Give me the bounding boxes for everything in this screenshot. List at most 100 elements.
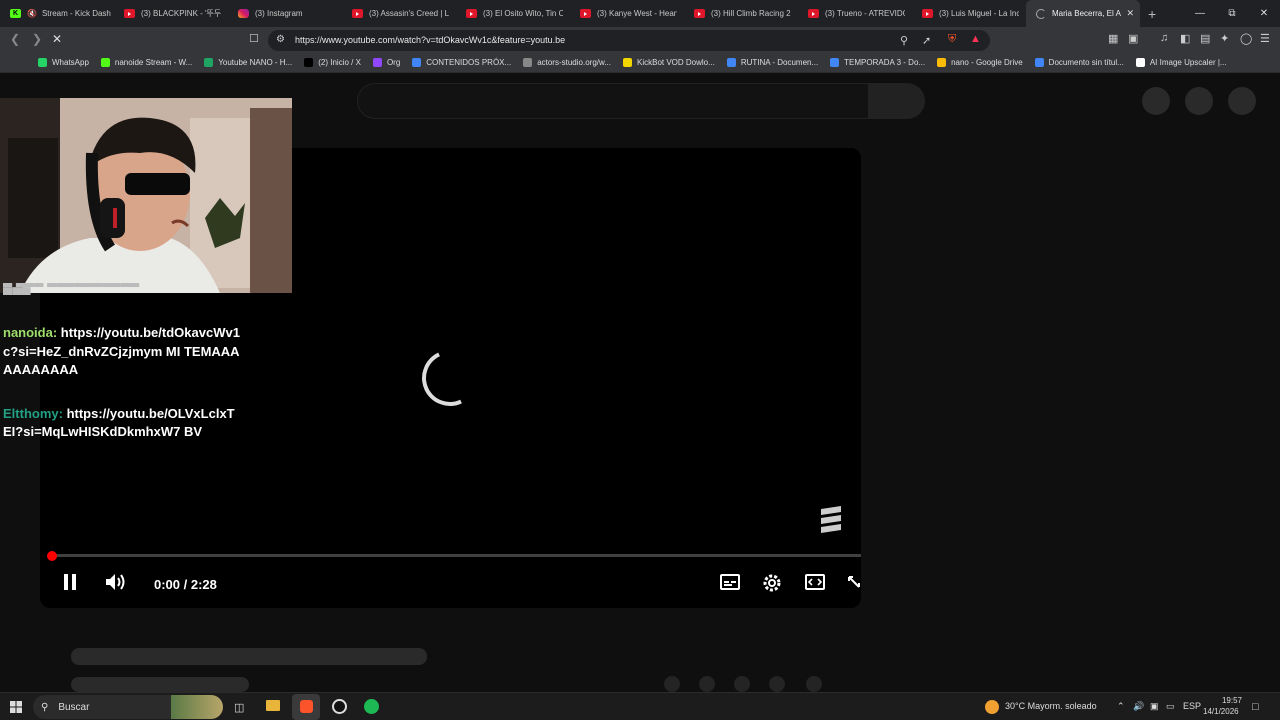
browser-tab[interactable]: (3) El Osito Wito, Tin O bbox=[456, 0, 570, 27]
battery-icon[interactable]: ▭ bbox=[1166, 701, 1175, 712]
theater-mode-icon[interactable] bbox=[804, 572, 826, 592]
stop-loading-icon[interactable]: ✕ bbox=[52, 32, 62, 46]
zoom-icon[interactable]: ⚲ bbox=[900, 34, 908, 47]
browser-tab[interactable]: (3) Hill Climb Racing 2 bbox=[684, 0, 798, 27]
bookmark-item[interactable]: nanoide Stream - W... bbox=[100, 58, 192, 67]
avatar-skeleton bbox=[1228, 87, 1256, 115]
share-icon[interactable]: ➚ bbox=[922, 34, 931, 47]
chat-username: nanoida bbox=[3, 325, 53, 340]
language-indicator[interactable]: ESP bbox=[1183, 701, 1201, 711]
bookmark-item[interactable]: nano - Google Drive bbox=[937, 58, 1023, 67]
menu-icon[interactable]: ☰ bbox=[1260, 32, 1270, 45]
scrubber-handle[interactable] bbox=[47, 551, 57, 561]
clock-date[interactable]: 14/1/2026 bbox=[1203, 707, 1239, 716]
fullscreen-icon[interactable] bbox=[846, 572, 861, 592]
leo-ai-icon[interactable]: ✦ bbox=[1220, 32, 1229, 45]
youtube-favicon-icon bbox=[466, 9, 477, 18]
bookmark-icon[interactable]: ☐ bbox=[249, 32, 259, 45]
browser-tab[interactable]: (3) Trueno - ATREVIDO bbox=[798, 0, 912, 27]
browser-tab[interactable]: (3) Instagram bbox=[228, 0, 342, 27]
tab-strip: K 🔇 Stream - Kick Dash (3) BLACKPINK - '뚜두 (… bbox=[0, 0, 1280, 27]
bookmark-item[interactable]: Youtube NANO - H... bbox=[204, 58, 292, 67]
file-explorer-icon[interactable] bbox=[266, 700, 280, 711]
url-text[interactable]: https://www.youtube.com/watch?v=tdOkavcW… bbox=[295, 35, 565, 45]
task-view-icon[interactable]: ◫ bbox=[234, 701, 244, 714]
bookmark-favicon-icon bbox=[830, 58, 840, 67]
weather-text[interactable]: 30°C Mayorm. soleado bbox=[1005, 701, 1097, 711]
bookmark-label: Documento sin títul... bbox=[1048, 58, 1124, 67]
bookmark-item[interactable]: CONTENIDOS PRÓX... bbox=[412, 58, 511, 67]
action-skeleton bbox=[734, 676, 750, 692]
brave-browser-icon[interactable] bbox=[300, 700, 313, 713]
back-icon[interactable]: ❮ bbox=[10, 32, 20, 46]
address-bar[interactable]: ⚙ https://www.youtube.com/watch?v=tdOkav… bbox=[268, 30, 990, 51]
browser-tab[interactable]: K 🔇 Stream - Kick Dash bbox=[0, 0, 114, 27]
tray-chevron-icon[interactable]: ⌃ bbox=[1117, 701, 1125, 712]
windows-taskbar: ⚲ Buscar ◫ 30°C Mayorm. soleado ⌃ 🔊 ▣ ▭ … bbox=[0, 692, 1280, 720]
obs-icon[interactable] bbox=[332, 699, 347, 714]
bookmark-item[interactable]: RUTINA - Documen... bbox=[726, 58, 818, 67]
bookmark-item[interactable]: actors-studio.org/w... bbox=[523, 58, 611, 67]
bookmark-item[interactable]: Documento sin títul... bbox=[1034, 58, 1124, 67]
browser-tab[interactable]: (3) Assasin's Creed | La bbox=[342, 0, 456, 27]
close-tab-icon[interactable]: ✕ bbox=[1126, 8, 1134, 19]
bookmark-item[interactable]: AI Image Upscaler |... bbox=[1135, 58, 1227, 67]
volume-tray-icon[interactable]: 🔊 bbox=[1133, 701, 1144, 712]
tab-label: (3) Hill Climb Racing 2 bbox=[711, 9, 791, 18]
vpn-icon[interactable]: ◯ bbox=[1240, 32, 1252, 45]
chat-message: Eltthomy: https://youtu.be/OLVxLclxTEI?s… bbox=[3, 405, 243, 442]
brave-rewards-icon[interactable]: ▲ bbox=[970, 33, 981, 45]
sidebar-icon[interactable]: ◧ bbox=[1180, 32, 1190, 45]
brave-shields-icon[interactable]: ⛨ bbox=[948, 33, 956, 46]
extensions-icon[interactable]: ▦ bbox=[1108, 32, 1118, 45]
bookmark-label: AI Image Upscaler |... bbox=[1149, 58, 1227, 67]
volume-icon[interactable] bbox=[104, 572, 128, 592]
bookmark-favicon-icon bbox=[100, 58, 110, 67]
bookmark-item[interactable]: TEMPORADA 3 - Do... bbox=[830, 58, 925, 67]
tab-label: (3) El Osito Wito, Tin O bbox=[483, 9, 563, 18]
progress-bar[interactable] bbox=[52, 554, 861, 557]
bookmark-favicon-icon bbox=[304, 58, 314, 67]
browser-tab[interactable]: Maria Becerra, El A ✕ bbox=[1026, 0, 1140, 27]
screenshot-icon[interactable]: ▣ bbox=[1128, 32, 1138, 45]
weather-icon bbox=[985, 700, 999, 714]
search-button-skeleton[interactable] bbox=[869, 83, 925, 119]
music-icon[interactable]: ♫ bbox=[1160, 32, 1168, 44]
search-icon: ⚲ bbox=[41, 701, 49, 713]
bookmark-item[interactable]: WhatsApp bbox=[38, 58, 89, 67]
tab-label: (3) BLACKPINK - '뚜두 bbox=[141, 9, 221, 18]
channel-watermark-icon[interactable] bbox=[818, 504, 844, 538]
notifications-icon[interactable]: □ bbox=[1252, 701, 1259, 713]
minimize-icon[interactable]: — bbox=[1184, 0, 1216, 27]
new-tab-icon[interactable]: + bbox=[1148, 6, 1156, 22]
browser-tab[interactable]: (3) Kanye West - Heart bbox=[570, 0, 684, 27]
taskbar-search[interactable]: ⚲ Buscar bbox=[33, 695, 223, 719]
bookmark-favicon-icon bbox=[204, 58, 214, 67]
chat-separator: : bbox=[58, 405, 67, 421]
clock-time[interactable]: 19:57 bbox=[1206, 696, 1242, 705]
action-skeleton bbox=[699, 676, 715, 692]
windows-start-icon[interactable] bbox=[10, 701, 22, 713]
bookmark-item[interactable]: (2) Inicio / X bbox=[304, 58, 361, 67]
close-window-icon[interactable]: ✕ bbox=[1248, 0, 1280, 27]
chat-separator: : bbox=[52, 325, 61, 340]
bookmark-item[interactable]: KickBot VOD Dowlo... bbox=[623, 58, 715, 67]
site-settings-icon[interactable]: ⚙ bbox=[276, 34, 285, 45]
youtube-favicon-icon bbox=[808, 9, 819, 18]
forward-icon[interactable]: ❯ bbox=[32, 32, 42, 46]
bookmark-item[interactable]: Org bbox=[372, 58, 400, 67]
pause-icon[interactable] bbox=[62, 572, 78, 592]
chat-overlay: nanoida: https://youtu.be/tdOkavcWv1c?si… bbox=[3, 324, 243, 467]
subtitles-icon[interactable] bbox=[719, 572, 741, 592]
wallet-icon[interactable]: ▤ bbox=[1200, 32, 1210, 45]
restore-icon[interactable]: ⧉ bbox=[1216, 0, 1248, 27]
search-input-skeleton[interactable] bbox=[357, 83, 869, 119]
browser-tab[interactable]: (3) Luis Miguel - La Inc bbox=[912, 0, 1026, 27]
settings-gear-icon[interactable] bbox=[761, 572, 783, 594]
browser-tab[interactable]: (3) BLACKPINK - '뚜두 bbox=[114, 0, 228, 27]
bookmark-label: KickBot VOD Dowlo... bbox=[637, 58, 715, 67]
spotify-icon[interactable] bbox=[364, 699, 379, 714]
youtube-favicon-icon bbox=[694, 9, 705, 18]
mute-tab-icon[interactable]: 🔇 bbox=[27, 9, 37, 18]
network-icon[interactable]: ▣ bbox=[1150, 701, 1159, 712]
